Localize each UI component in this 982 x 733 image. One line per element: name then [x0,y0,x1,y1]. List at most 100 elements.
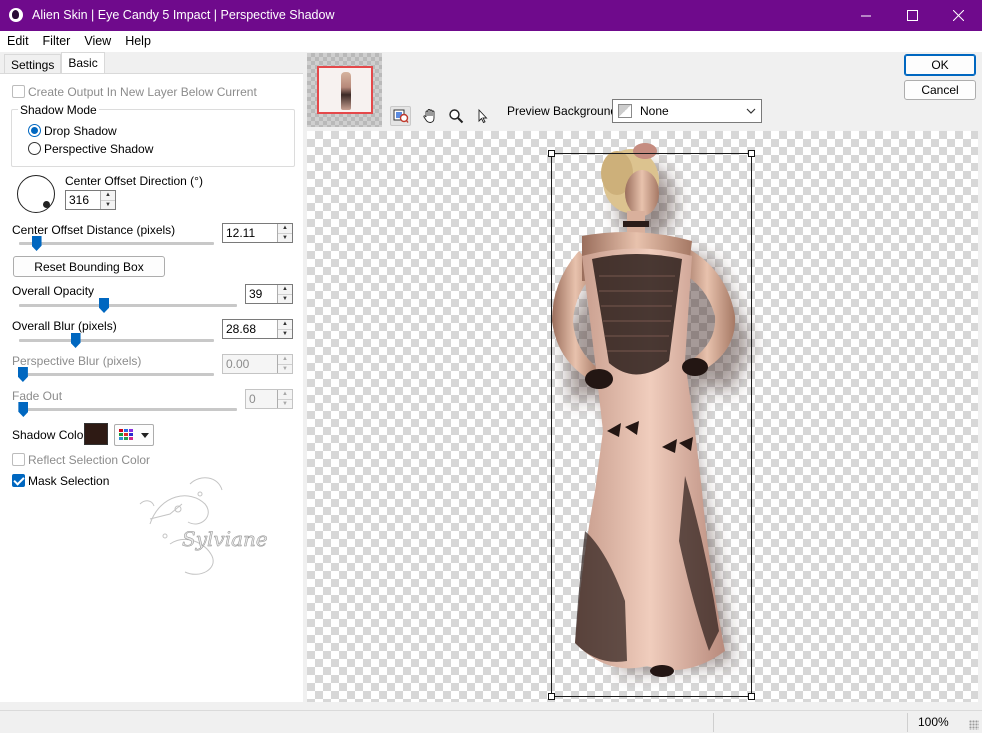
navigator-view-frame[interactable] [317,66,373,114]
direction-dial[interactable] [17,175,55,213]
perspective-blur-stepper[interactable]: ▲▼ [222,354,293,374]
spin-down-icon[interactable]: ▼ [278,293,292,304]
center-offset-distance-stepper[interactable]: ▲▼ [222,223,293,243]
direction-stepper[interactable]: ▲▼ [65,190,116,210]
palette-grid-icon [119,429,133,440]
preview-background-label: Preview Background: [507,104,621,118]
background-swatch-icon [618,104,632,118]
perspective-shadow-radio[interactable] [28,142,41,155]
overall-opacity-input[interactable] [246,285,277,303]
tab-basic[interactable]: Basic [61,52,105,73]
fade-out-slider[interactable] [18,401,237,417]
bbox-handle-top-right[interactable] [748,150,755,157]
bbox-handle-bottom-right[interactable] [748,693,755,700]
hand-icon [422,109,434,123]
shadow-mode-title: Shadow Mode [18,103,99,117]
overall-blur-slider[interactable] [19,332,214,348]
overall-blur-label: Overall Blur (pixels) [12,319,117,333]
spin-up-icon[interactable]: ▲ [278,390,292,399]
menu-help[interactable]: Help [118,31,158,52]
ok-button[interactable]: OK [904,54,976,76]
preview-canvas[interactable] [307,131,978,702]
perspective-blur-spinner[interactable]: ▲ ▼ [277,355,292,373]
spin-up-icon[interactable]: ▲ [278,285,292,294]
slider-thumb[interactable] [70,333,81,348]
perspective-shadow-label: Perspective Shadow [44,142,154,156]
perspective-blur-slider[interactable] [17,366,214,382]
basic-tab-body: Create Output In New Layer Below Current… [0,73,303,702]
title-bar: Alien Skin | Eye Candy 5 Impact | Perspe… [0,0,982,31]
blur-spinner[interactable]: ▲ ▼ [277,320,292,338]
center-offset-distance-input[interactable] [223,224,277,242]
mask-selection-checkbox[interactable] [12,474,25,487]
menu-view[interactable]: View [77,31,118,52]
fade-out-spinner[interactable]: ▲ ▼ [277,390,292,408]
overall-blur-input[interactable] [223,320,277,338]
spin-down-icon[interactable]: ▼ [278,328,292,339]
spin-down-icon[interactable]: ▼ [278,232,292,243]
settings-panel: Settings Basic Create Output In New Laye… [0,52,303,702]
overall-opacity-stepper[interactable]: ▲▼ [245,284,293,304]
slider-track [19,242,214,245]
create-output-checkbox[interactable] [12,85,25,98]
navigator-thumbnail[interactable] [307,53,382,127]
close-icon [952,10,964,21]
slider-track [19,339,214,342]
shadow-color-fill [87,426,105,442]
resize-grip-icon[interactable] [969,720,979,730]
dial-knob[interactable] [43,201,50,208]
overall-blur-stepper[interactable]: ▲▼ [222,319,293,339]
spin-up-icon[interactable]: ▲ [278,224,292,233]
preview-background-select[interactable]: None [612,99,762,123]
minimize-button[interactable] [843,0,889,31]
pointer-tool[interactable] [471,106,492,126]
menu-edit[interactable]: Edit [0,31,36,52]
bbox-handle-bottom-left[interactable] [548,693,555,700]
cancel-button[interactable]: Cancel [904,80,976,100]
thumbnail-image [341,72,351,110]
slider-thumb[interactable] [99,298,110,313]
color-palette-button[interactable] [114,424,154,446]
zoom-tool[interactable] [445,106,466,126]
overall-opacity-slider[interactable] [19,297,237,313]
spin-up-icon[interactable]: ▲ [278,320,292,329]
perspective-blur-input[interactable] [223,355,277,373]
close-button[interactable] [935,0,981,31]
opacity-spinner[interactable]: ▲ ▼ [277,285,292,303]
mask-selection-label: Mask Selection [28,474,110,488]
slider-thumb[interactable] [18,402,29,417]
app-icon [9,8,23,22]
fade-out-stepper[interactable]: ▲▼ [245,389,293,409]
reflect-selection-color-checkbox[interactable] [12,453,25,466]
spin-up-icon[interactable]: ▲ [278,355,292,364]
center-offset-distance-slider[interactable] [19,235,214,251]
shadow-mode-group [11,109,295,167]
reset-bounding-box-button[interactable]: Reset Bounding Box [13,256,165,277]
hand-tool[interactable] [419,106,440,126]
status-separator [907,713,908,732]
spin-down-icon[interactable]: ▼ [278,363,292,374]
slider-track [19,408,237,411]
distance-spinner[interactable]: ▲ ▼ [277,224,292,242]
tab-strip: Settings Basic [4,52,105,74]
bounding-box[interactable] [548,150,755,700]
drop-shadow-radio[interactable] [28,124,41,137]
fade-out-input[interactable] [246,390,277,408]
spin-down-icon[interactable]: ▼ [101,199,115,210]
bbox-handle-top-left[interactable] [548,150,555,157]
minimize-icon [860,15,871,17]
center-offset-direction-label: Center Offset Direction (°) [65,174,203,188]
direction-spinner[interactable]: ▲ ▼ [100,191,115,209]
menu-filter[interactable]: Filter [36,31,78,52]
tab-settings[interactable]: Settings [4,54,62,73]
slider-thumb[interactable] [31,236,42,251]
spin-up-icon[interactable]: ▲ [101,191,115,200]
direction-input[interactable] [66,191,100,209]
spin-down-icon[interactable]: ▼ [278,398,292,409]
slider-track [19,304,237,307]
maximize-button[interactable] [889,0,935,31]
navigator-tool[interactable] [390,106,411,126]
drop-shadow-label: Drop Shadow [44,124,117,138]
slider-thumb[interactable] [17,367,28,382]
shadow-color-swatch[interactable] [84,423,108,445]
